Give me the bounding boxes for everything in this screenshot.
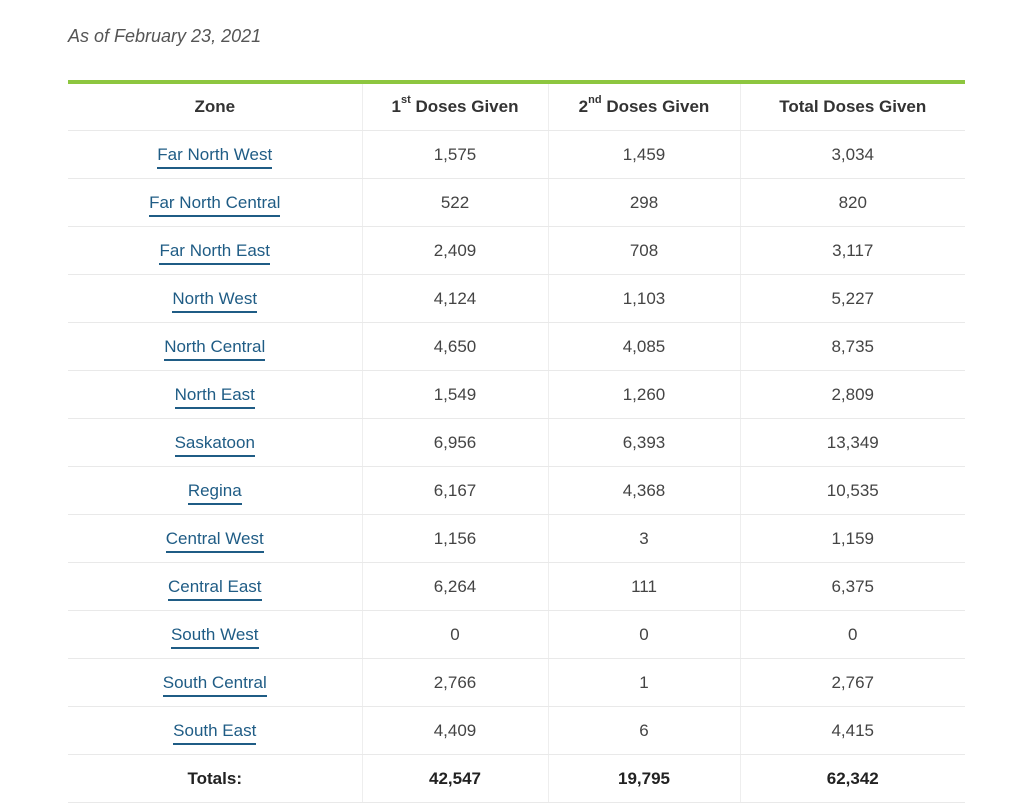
table-row: South Central 2,766 1 2,767	[68, 658, 965, 707]
first-doses-cell: 4,650	[361, 322, 548, 371]
zone-cell: Far North East	[68, 226, 362, 275]
second-doses-cell: 1,459	[547, 130, 740, 179]
total-doses-cell: 820	[739, 178, 965, 227]
table-row: South West 0 0 0	[68, 610, 965, 659]
header-zone: Zone	[68, 84, 362, 131]
total-doses-cell: 0	[739, 610, 965, 659]
second-doses-cell: 6	[547, 706, 740, 755]
zone-cell: Saskatoon	[68, 418, 362, 467]
total-doses-cell: 6,375	[739, 562, 965, 611]
table-row: Far North Central 522 298 820	[68, 178, 965, 227]
totals-first-doses: 42,547	[361, 754, 548, 803]
zone-link[interactable]: South West	[170, 624, 259, 649]
zone-cell: Central West	[68, 514, 362, 563]
zone-link[interactable]: Central East	[167, 576, 262, 601]
zone-link[interactable]: Regina	[187, 480, 242, 505]
zone-link[interactable]: North East	[174, 384, 255, 409]
total-doses-cell: 10,535	[739, 466, 965, 515]
table-row: Central West 1,156 3 1,159	[68, 514, 965, 563]
second-doses-cell: 0	[547, 610, 740, 659]
header-second-num: 2	[578, 97, 589, 116]
zone-link[interactable]: Central West	[165, 528, 264, 553]
first-doses-cell: 1,549	[361, 370, 548, 419]
header-row: Zone 1st Doses Given 2nd Doses Given Tot…	[68, 84, 965, 131]
total-doses-cell: 3,034	[739, 130, 965, 179]
table-row: Far North West 1,575 1,459 3,034	[68, 130, 965, 179]
zone-cell: Central East	[68, 562, 362, 611]
table-header: Zone 1st Doses Given 2nd Doses Given Tot…	[68, 84, 965, 131]
second-doses-cell: 1,103	[547, 274, 740, 323]
zone-link[interactable]: South East	[173, 720, 257, 745]
zone-link[interactable]: Saskatoon	[174, 432, 255, 457]
table-row: North East 1,549 1,260 2,809	[68, 370, 965, 419]
zone-cell: Far North West	[68, 130, 362, 179]
totals-second-doses: 19,795	[547, 754, 740, 803]
second-doses-cell: 1	[547, 658, 740, 707]
header-first-rest: Doses Given	[410, 97, 519, 116]
zone-cell: North West	[68, 274, 362, 323]
zone-cell: South East	[68, 706, 362, 755]
total-doses-cell: 5,227	[739, 274, 965, 323]
doses-table-container: Zone 1st Doses Given 2nd Doses Given Tot…	[68, 80, 965, 803]
table-row: Central East 6,264 111 6,375	[68, 562, 965, 611]
first-doses-cell: 0	[361, 610, 548, 659]
totals-row: Totals: 42,547 19,795 62,342	[68, 754, 965, 803]
first-doses-cell: 4,409	[361, 706, 548, 755]
total-doses-cell: 8,735	[739, 322, 965, 371]
header-total-doses: Total Doses Given	[739, 84, 965, 131]
total-doses-cell: 3,117	[739, 226, 965, 275]
total-doses-cell: 2,809	[739, 370, 965, 419]
table-row: Regina 6,167 4,368 10,535	[68, 466, 965, 515]
first-doses-cell: 6,956	[361, 418, 548, 467]
zone-cell: North Central	[68, 322, 362, 371]
zone-link[interactable]: Far North Central	[149, 192, 281, 217]
table-row: South East 4,409 6 4,415	[68, 706, 965, 755]
table-row: Far North East 2,409 708 3,117	[68, 226, 965, 275]
zone-cell: Regina	[68, 466, 362, 515]
second-doses-cell: 111	[547, 562, 740, 611]
zone-link[interactable]: Far North West	[157, 144, 273, 169]
zone-cell: South Central	[68, 658, 362, 707]
table-row: North West 4,124 1,103 5,227	[68, 274, 965, 323]
zone-link[interactable]: North West	[172, 288, 258, 313]
second-doses-cell: 4,085	[547, 322, 740, 371]
table-row: North Central 4,650 4,085 8,735	[68, 322, 965, 371]
first-doses-cell: 2,409	[361, 226, 548, 275]
first-doses-cell: 1,575	[361, 130, 548, 179]
zone-cell: Far North Central	[68, 178, 362, 227]
table-body: Far North West 1,575 1,459 3,034 Far Nor…	[68, 130, 965, 803]
header-first-num: 1	[391, 97, 401, 116]
first-doses-cell: 2,766	[361, 658, 548, 707]
header-first-sup: st	[400, 94, 411, 107]
first-doses-cell: 6,167	[361, 466, 548, 515]
totals-total-doses: 62,342	[739, 754, 965, 803]
zone-cell: North East	[68, 370, 362, 419]
zone-link[interactable]: Far North East	[159, 240, 271, 265]
header-first-doses: 1st Doses Given	[361, 84, 548, 131]
total-doses-cell: 2,767	[739, 658, 965, 707]
as-of-date: As of February 23, 2021	[68, 26, 262, 46]
header-second-rest: Doses Given	[601, 97, 710, 116]
second-doses-cell: 708	[547, 226, 740, 275]
header-second-sup: nd	[588, 94, 602, 107]
first-doses-cell: 522	[361, 178, 548, 227]
table-row: Saskatoon 6,956 6,393 13,349	[68, 418, 965, 467]
second-doses-cell: 298	[547, 178, 740, 227]
zone-link[interactable]: North Central	[164, 336, 266, 361]
first-doses-cell: 4,124	[361, 274, 548, 323]
zone-cell: South West	[68, 610, 362, 659]
second-doses-cell: 4,368	[547, 466, 740, 515]
second-doses-cell: 3	[547, 514, 740, 563]
total-doses-cell: 1,159	[739, 514, 965, 563]
total-doses-cell: 4,415	[739, 706, 965, 755]
second-doses-cell: 6,393	[547, 418, 740, 467]
total-doses-cell: 13,349	[739, 418, 965, 467]
doses-table: Zone 1st Doses Given 2nd Doses Given Tot…	[68, 84, 965, 803]
zone-link[interactable]: South Central	[162, 672, 267, 697]
second-doses-cell: 1,260	[547, 370, 740, 419]
first-doses-cell: 1,156	[361, 514, 548, 563]
totals-label: Totals:	[68, 754, 362, 803]
header-second-doses: 2nd Doses Given	[547, 84, 740, 131]
first-doses-cell: 6,264	[361, 562, 548, 611]
